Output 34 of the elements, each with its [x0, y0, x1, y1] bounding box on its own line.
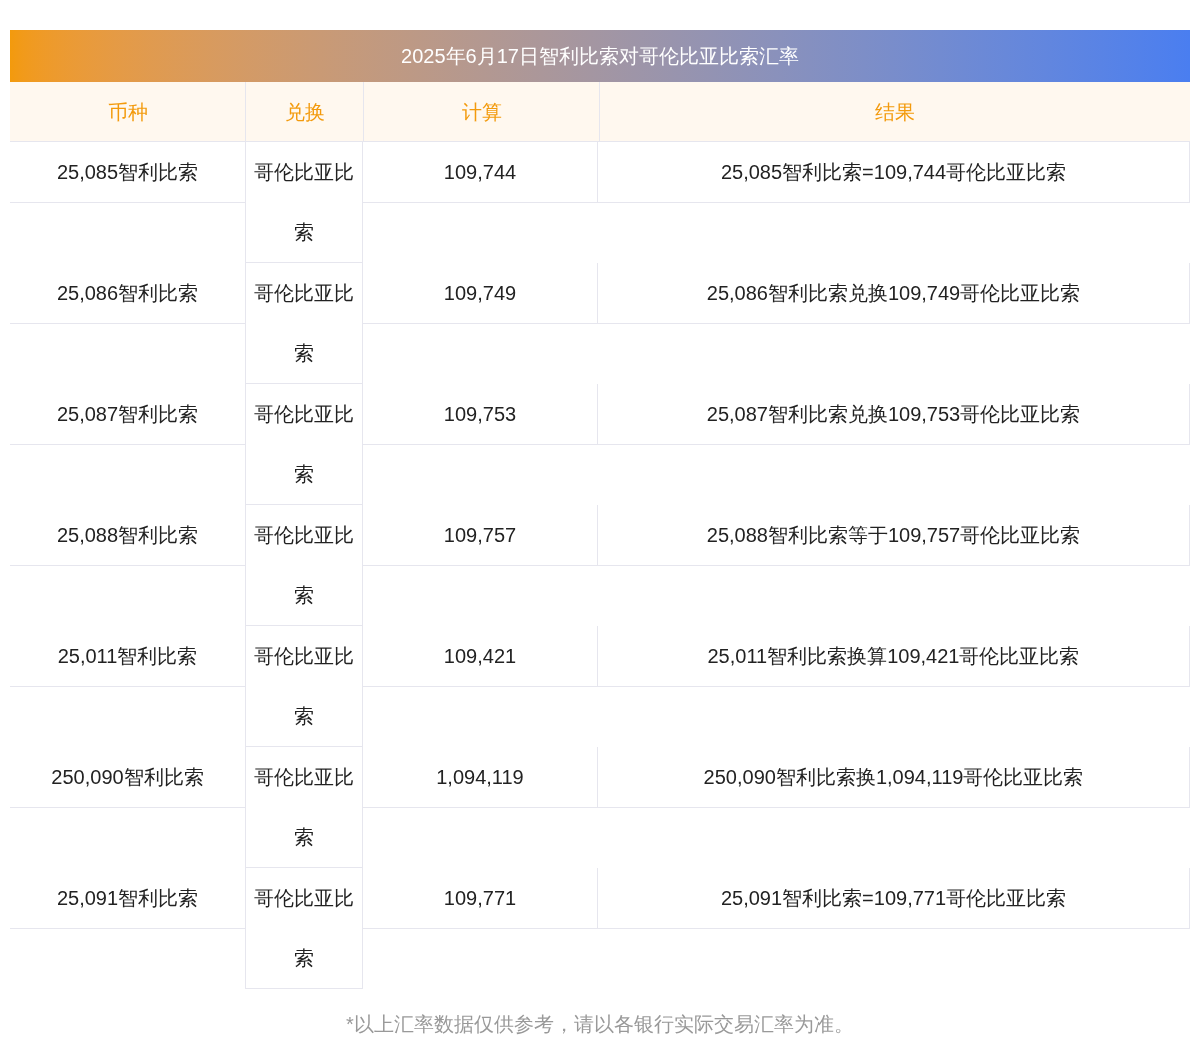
table-cell: 25,087智利比索兑换109,753哥伦比亚比索 [598, 384, 1190, 445]
table-title: 2025年6月17日智利比索对哥伦比亚比索汇率 [10, 30, 1190, 82]
table-cell: 哥伦比亚比索 [245, 626, 363, 747]
column-header: 结果 [599, 82, 1190, 141]
table-cell: 25,085智利比索 [10, 142, 245, 203]
footnote: *以上汇率数据仅供参考，请以各银行实际交易汇率为准。 [345, 1012, 855, 1037]
table-cell: 25,091智利比索=109,771哥伦比亚比索 [598, 868, 1190, 929]
table-cell: 1,094,119 [363, 747, 598, 808]
table-cell: 哥伦比亚比索 [245, 505, 363, 626]
column-header: 兑换 [245, 82, 363, 141]
table-cell: 250,090智利比索换1,094,119哥伦比亚比索 [598, 747, 1190, 808]
table-cell: 哥伦比亚比索 [245, 384, 363, 505]
table-cell: 哥伦比亚比索 [245, 868, 363, 989]
table-cell: 109,771 [363, 868, 598, 929]
column-header: 币种 [106, 99, 149, 125]
table-cell: 250,090智利比索 [10, 747, 245, 808]
table-cell: 25,086智利比索兑换109,749哥伦比亚比索 [598, 263, 1190, 324]
table-cell: 109,421 [363, 626, 598, 687]
table-cell: 109,744 [363, 142, 598, 203]
table-cell: 25,011智利比索 [10, 626, 245, 687]
table-cell: 25,011智利比索换算109,421哥伦比亚比索 [598, 626, 1190, 687]
table-cell: 109,753 [363, 384, 598, 445]
table-cell: 25,091智利比索 [10, 868, 245, 929]
table-cell: 109,757 [363, 505, 598, 566]
table-cell: 25,088智利比索 [10, 505, 245, 566]
table-cell: 哥伦比亚比索 [245, 263, 363, 384]
table-cell: 哥伦比亚比索 [245, 747, 363, 868]
table-cell: 哥伦比亚比索 [245, 142, 363, 263]
table-cell: 25,085智利比索=109,744哥伦比亚比索 [598, 142, 1190, 203]
table-cell: 25,088智利比索等于109,757哥伦比亚比索 [598, 505, 1190, 566]
column-header: 计算 [363, 82, 599, 141]
table-cell: 25,086智利比索 [10, 263, 245, 324]
table-cell: 25,087智利比索 [10, 384, 245, 445]
table-cell: 109,749 [363, 263, 598, 324]
